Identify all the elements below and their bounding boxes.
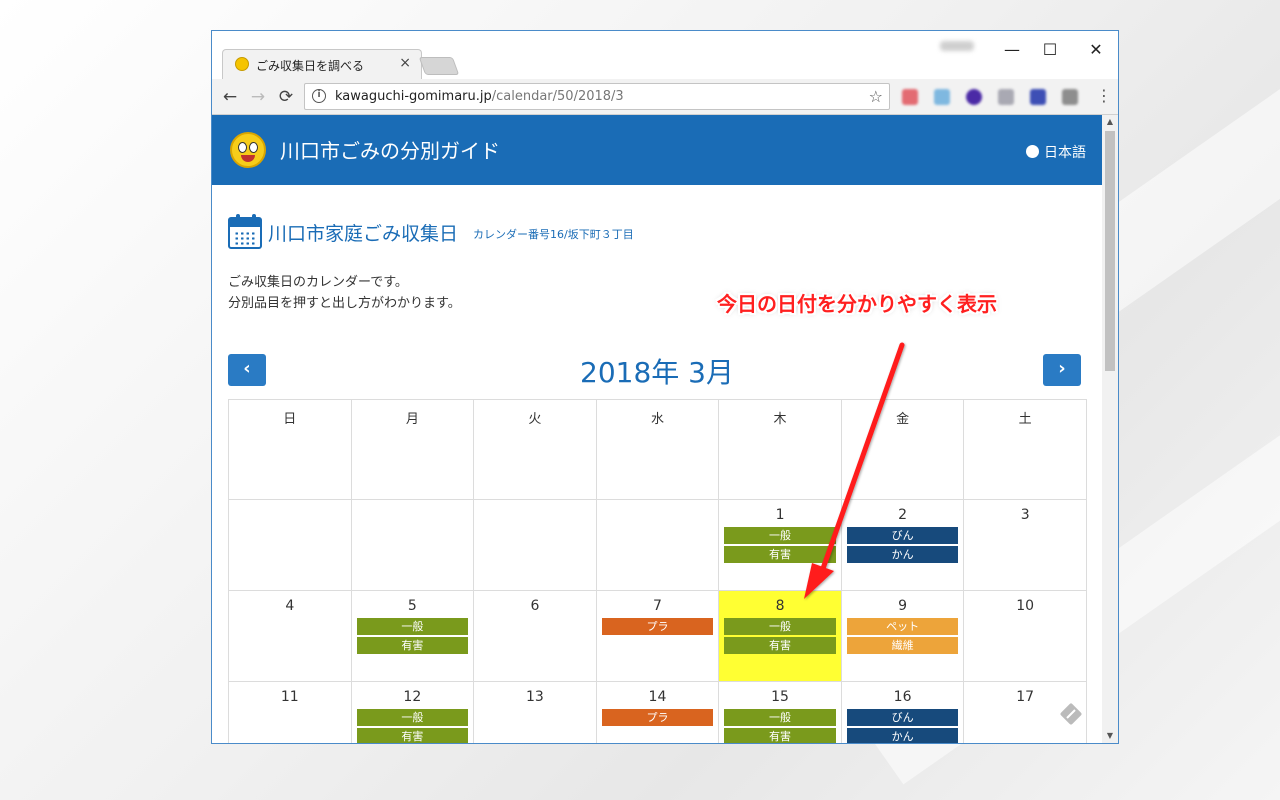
extension-icon[interactable] — [902, 89, 918, 105]
forward-button[interactable]: → — [246, 85, 270, 109]
title-bar: ごみ収集日を調べる × — ☐ ✕ — [212, 31, 1118, 79]
extension-icon[interactable] — [934, 89, 950, 105]
reload-button[interactable]: ⟳ — [274, 85, 298, 109]
favicon-icon — [235, 57, 249, 71]
new-tab-button[interactable] — [418, 57, 460, 75]
tab-title: ごみ収集日を調べる — [256, 59, 365, 73]
annotation-arrow — [804, 342, 905, 599]
browser-tab[interactable]: ごみ収集日を調べる × — [222, 49, 422, 79]
url-text: kawaguchi-gomimaru.jp/calendar/50/2018/3 — [335, 89, 624, 104]
extension-icon[interactable] — [998, 89, 1014, 105]
extension-icon[interactable] — [1030, 89, 1046, 105]
scrollbar-thumb[interactable] — [1105, 131, 1115, 371]
edit-pencil-icon[interactable] — [1058, 701, 1084, 727]
browser-toolbar: ← → ⟳ i kawaguchi-gomimaru.jp/calendar/5… — [212, 79, 1118, 115]
profile-name-blurred — [940, 41, 974, 51]
tab-close-icon[interactable]: × — [399, 55, 411, 71]
browser-window: ごみ収集日を調べる × — ☐ ✕ ← → ⟳ i kawaguchi-gomi… — [211, 30, 1119, 744]
close-window-button[interactable]: ✕ — [1074, 36, 1118, 64]
extension-icon[interactable] — [1062, 89, 1078, 105]
scrollbar[interactable]: ▲ ▼ — [1102, 115, 1118, 743]
scroll-up-icon[interactable]: ▲ — [1102, 115, 1118, 129]
bookmark-star-icon[interactable]: ☆ — [869, 87, 883, 106]
back-button[interactable]: ← — [218, 85, 242, 109]
page-viewport: 川口市ごみの分別ガイド 日本語 川口市家庭ごみ収集日 カレンダー番号16/坂下町… — [212, 115, 1102, 743]
browser-menu-icon[interactable]: ⋮ — [1096, 86, 1112, 105]
address-bar[interactable]: i kawaguchi-gomimaru.jp/calendar/50/2018… — [304, 83, 890, 110]
info-icon[interactable]: i — [312, 89, 326, 103]
url-path: /calendar/50/2018/3 — [491, 89, 624, 104]
extension-icon[interactable] — [966, 89, 982, 105]
maximize-button[interactable]: ☐ — [1028, 36, 1072, 64]
url-host: kawaguchi-gomimaru.jp — [335, 89, 492, 104]
scroll-down-icon[interactable]: ▼ — [1102, 729, 1118, 743]
